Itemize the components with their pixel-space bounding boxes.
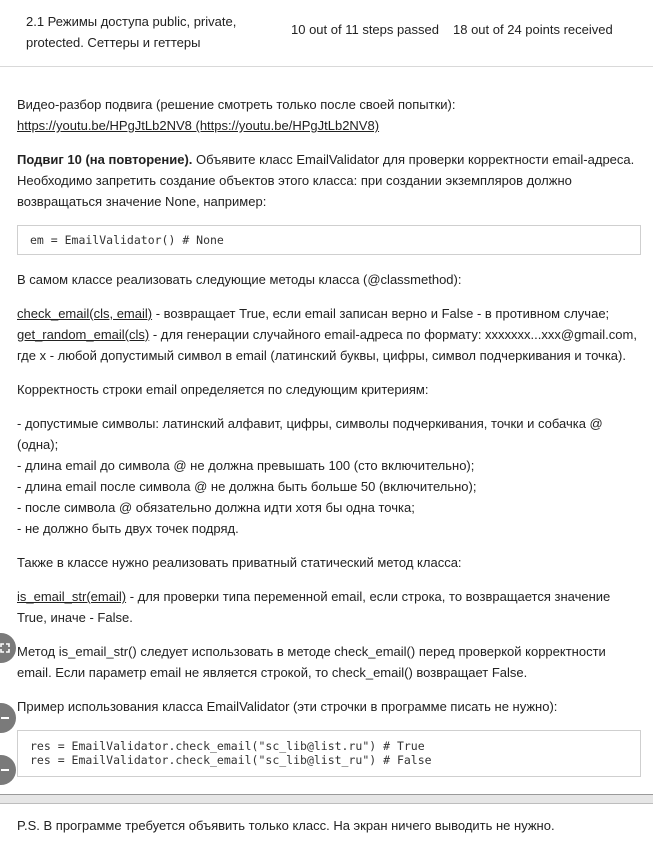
criteria-list: - допустимые символы: латинский алфавит,… bbox=[17, 413, 641, 539]
code-line: res = EmailValidator.check_email("sc_lib… bbox=[30, 739, 425, 753]
method-check-email-desc: - возвращает True, если email записан ве… bbox=[152, 306, 610, 321]
criteria-item: - не должно быть двух точек подряд. bbox=[17, 521, 239, 536]
expand-icon-glyph bbox=[0, 643, 10, 653]
video-paragraph: Видео-разбор подвига (решение смотреть т… bbox=[17, 94, 641, 136]
ps-note: P.S. В программе требуется объявить толь… bbox=[17, 818, 555, 833]
lesson-title[interactable]: 2.1 Режимы доступа public, private, prot… bbox=[26, 11, 266, 53]
criteria-item: - допустимые символы: латинский алфавит,… bbox=[17, 416, 603, 452]
criteria-item: - длина email после символа @ не должна … bbox=[17, 479, 477, 494]
points-progress: 18 out of 24 points received bbox=[453, 22, 613, 37]
static-intro: Также в классе нужно реализовать приватн… bbox=[17, 555, 462, 570]
code-block-example-1[interactable]: em = EmailValidator() # None bbox=[17, 225, 641, 255]
minus-icon[interactable] bbox=[0, 703, 16, 733]
footer-bar: P.S. В программе требуется объявить толь… bbox=[0, 804, 653, 846]
code-line: res = EmailValidator.check_email("sc_lib… bbox=[30, 753, 432, 767]
methods-intro: В самом классе реализовать следующие мет… bbox=[17, 272, 462, 287]
methods-paragraph: check_email(cls, email) - возвращает Tru… bbox=[17, 303, 641, 366]
minus-icon[interactable] bbox=[0, 755, 16, 785]
method-check-email: check_email(cls, email) bbox=[17, 306, 153, 321]
lesson-header: 2.1 Режимы доступа public, private, prot… bbox=[0, 0, 653, 67]
code-line: em = EmailValidator() # None bbox=[30, 233, 224, 247]
step-content: Видео-разбор подвига (решение смотреть т… bbox=[17, 94, 641, 788]
example-intro: Пример использования класса EmailValidat… bbox=[17, 699, 558, 714]
minus-icon-glyph bbox=[1, 717, 9, 719]
video-link[interactable]: https://youtu.be/HPgJtLb2NV8 (https://yo… bbox=[17, 115, 641, 136]
horizontal-scrollbar[interactable] bbox=[0, 794, 653, 804]
code-block-example-2[interactable]: res = EmailValidator.check_email("sc_lib… bbox=[17, 730, 641, 777]
minus-icon-glyph bbox=[1, 769, 9, 771]
task-paragraph: Подвиг 10 (на повторение). Объявите клас… bbox=[17, 149, 641, 212]
criteria-item: - длина email до символа @ не должна пре… bbox=[17, 458, 475, 473]
expand-icon[interactable] bbox=[0, 633, 16, 663]
criteria-intro: Корректность строки email определяется п… bbox=[17, 382, 429, 397]
criteria-item: - после символа @ обязательно должна идт… bbox=[17, 500, 415, 515]
task-title: Подвиг 10 (на повторение). bbox=[17, 152, 193, 167]
method-get-random-email: get_random_email(cls) bbox=[17, 327, 150, 342]
static-paragraph: is_email_str(email) - для проверки типа … bbox=[17, 586, 641, 628]
video-intro: Видео-разбор подвига (решение смотреть т… bbox=[17, 97, 456, 112]
usage-note: Метод is_email_str() следует использоват… bbox=[17, 644, 606, 680]
steps-progress: 10 out of 11 steps passed bbox=[291, 22, 439, 37]
method-is-email-str: is_email_str(email) bbox=[17, 589, 127, 604]
